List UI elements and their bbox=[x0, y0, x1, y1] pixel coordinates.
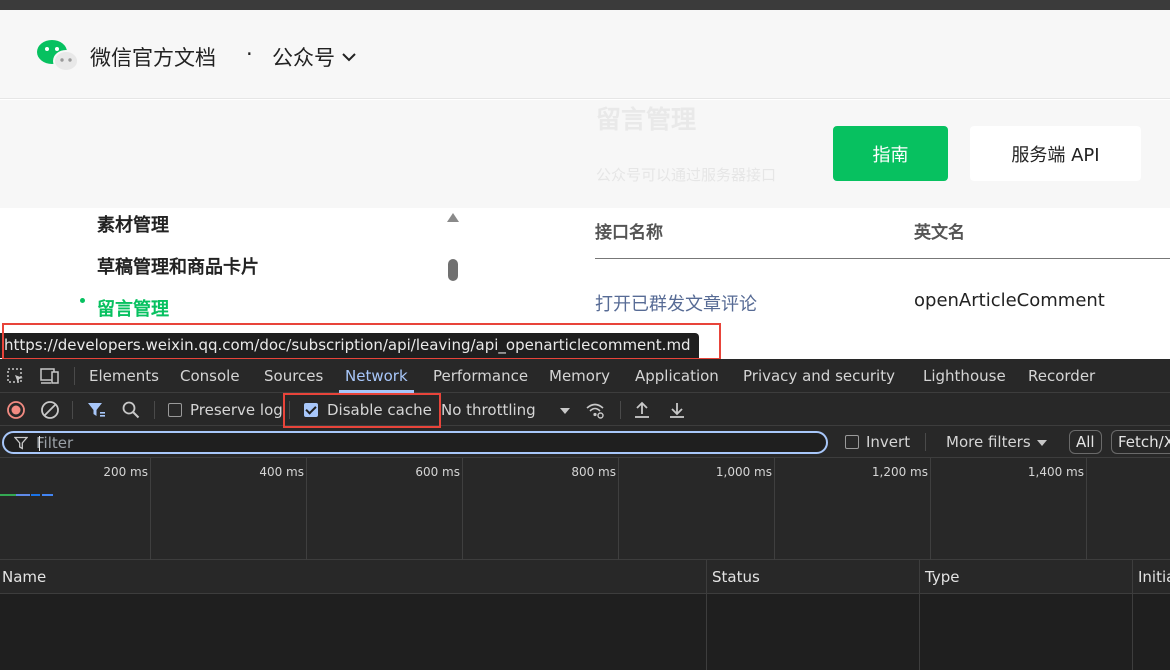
disable-cache-highlight-box bbox=[283, 393, 441, 428]
brand-separator: · bbox=[246, 42, 253, 66]
active-bullet-icon bbox=[80, 298, 85, 303]
timeline-grid-line bbox=[462, 458, 463, 560]
column-name[interactable]: Name bbox=[2, 568, 46, 586]
toolbar-separator bbox=[154, 401, 155, 419]
table-header-name: 接口名称 bbox=[595, 223, 663, 243]
table-header-english: 英文名 bbox=[914, 223, 965, 243]
devtools-panel: Elements Console Sources Network Perform… bbox=[0, 359, 1170, 670]
type-filter-all[interactable]: All bbox=[1069, 430, 1102, 454]
filter-input[interactable] bbox=[36, 433, 816, 452]
tab-network[interactable]: Network bbox=[345, 367, 408, 385]
device-toolbar-icon[interactable] bbox=[40, 367, 60, 385]
api-link-open-article-comment[interactable]: 打开已群发文章评论 bbox=[595, 290, 757, 316]
network-overview-timeline[interactable]: 200 ms 400 ms 600 ms 800 ms 1,000 ms 1,2… bbox=[0, 458, 1170, 560]
waterfall-bar bbox=[42, 494, 53, 496]
timeline-tick-label: 400 ms bbox=[259, 465, 304, 479]
network-toolbar: Preserve log Disable cache No throttling bbox=[0, 393, 1170, 426]
sidebar-item-comments[interactable]: 留言管理 bbox=[97, 295, 169, 321]
clear-icon[interactable] bbox=[40, 400, 60, 420]
guide-button[interactable]: 指南 bbox=[833, 126, 948, 181]
timeline-tick-label: 1,400 ms bbox=[1027, 465, 1084, 479]
column-type[interactable]: Type bbox=[925, 568, 959, 586]
url-highlight-box bbox=[2, 323, 721, 360]
page-description: 公众号可以通过服务器接口 bbox=[596, 166, 777, 184]
waterfall-bar bbox=[16, 494, 30, 496]
tab-privacy-security[interactable]: Privacy and security bbox=[743, 367, 895, 385]
timeline-grid-line bbox=[774, 458, 775, 560]
timeline-grid-line bbox=[618, 458, 619, 560]
scroll-up-arrow-icon[interactable] bbox=[447, 213, 459, 222]
hero-banner: 留言管理 公众号可以通过服务器接口 指南 服务端 API bbox=[0, 100, 1170, 208]
tab-console[interactable]: Console bbox=[180, 367, 240, 385]
page-title: 留言管理 bbox=[596, 105, 697, 134]
type-filter-fetch-xhr[interactable]: Fetch/X bbox=[1111, 430, 1170, 454]
toolbar-separator bbox=[72, 401, 73, 419]
inspect-element-icon[interactable] bbox=[6, 367, 26, 385]
sidebar-item-material[interactable]: 素材管理 bbox=[97, 211, 169, 237]
site-header: 微信官方文档 · 公众号 bbox=[0, 10, 1170, 99]
filter-field[interactable] bbox=[2, 431, 828, 454]
timeline-grid-line bbox=[306, 458, 307, 560]
timeline-tick-label: 800 ms bbox=[571, 465, 616, 479]
sidebar-item-draft[interactable]: 草稿管理和商品卡片 bbox=[97, 253, 259, 279]
import-har-upload-icon[interactable] bbox=[632, 400, 652, 420]
throttling-caret-icon[interactable] bbox=[560, 408, 570, 414]
filter-funnel-icon[interactable] bbox=[86, 400, 106, 420]
timeline-grid-line bbox=[150, 458, 151, 560]
tab-application[interactable]: Application bbox=[635, 367, 719, 385]
browser-top-strip bbox=[0, 0, 1170, 10]
api-english-name: openArticleComment bbox=[914, 290, 1105, 311]
preserve-log-label[interactable]: Preserve log bbox=[190, 401, 283, 419]
timeline-tick-label: 600 ms bbox=[415, 465, 460, 479]
filter-separator bbox=[925, 433, 926, 451]
column-separator[interactable] bbox=[1132, 560, 1133, 670]
preserve-log-checkbox[interactable] bbox=[168, 403, 182, 417]
waterfall-bar bbox=[31, 494, 40, 496]
sidebar-scrollbar-thumb[interactable] bbox=[448, 259, 458, 281]
devtools-tab-bar: Elements Console Sources Network Perform… bbox=[0, 359, 1170, 393]
network-conditions-icon[interactable] bbox=[585, 400, 605, 420]
more-filters-button[interactable]: More filters bbox=[946, 433, 1031, 451]
section-switcher-label: 公众号 bbox=[272, 46, 335, 70]
timeline-grid-line bbox=[930, 458, 931, 560]
tab-lighthouse[interactable]: Lighthouse bbox=[923, 367, 1006, 385]
column-separator[interactable] bbox=[706, 560, 707, 670]
section-switcher[interactable]: 公众号 bbox=[272, 42, 357, 72]
tab-recorder[interactable]: Recorder bbox=[1028, 367, 1095, 385]
table-divider bbox=[595, 258, 1170, 259]
export-har-download-icon[interactable] bbox=[667, 400, 687, 420]
filter-bar: Invert More filters All Fetch/X bbox=[0, 426, 1170, 458]
site-brand[interactable]: 微信官方文档 bbox=[90, 42, 216, 72]
record-stop-icon[interactable] bbox=[6, 400, 26, 420]
column-separator[interactable] bbox=[919, 560, 920, 670]
request-table-body[interactable] bbox=[0, 594, 1170, 670]
column-initiator[interactable]: Initia bbox=[1138, 568, 1170, 586]
tab-separator bbox=[74, 367, 75, 385]
column-status[interactable]: Status bbox=[712, 568, 760, 586]
chevron-down-icon bbox=[342, 53, 356, 62]
more-filters-caret-icon[interactable] bbox=[1037, 440, 1047, 446]
timeline-grid-line bbox=[1086, 458, 1087, 560]
throttling-select[interactable]: No throttling bbox=[441, 401, 536, 419]
filter-icon bbox=[14, 436, 28, 450]
tab-sources[interactable]: Sources bbox=[264, 367, 323, 385]
search-icon[interactable] bbox=[121, 400, 141, 420]
timeline-tick-label: 200 ms bbox=[103, 465, 148, 479]
tab-elements[interactable]: Elements bbox=[89, 367, 159, 385]
invert-label[interactable]: Invert bbox=[866, 433, 910, 451]
wechat-logo-icon bbox=[37, 40, 79, 72]
timeline-tick-label: 1,000 ms bbox=[715, 465, 772, 479]
text-caret bbox=[39, 436, 40, 451]
server-api-button[interactable]: 服务端 API bbox=[970, 126, 1141, 181]
request-table-header: Name Status Type Initia bbox=[0, 560, 1170, 594]
tab-performance[interactable]: Performance bbox=[433, 367, 528, 385]
timeline-tick-label: 1,200 ms bbox=[871, 465, 928, 479]
toolbar-separator bbox=[620, 401, 621, 419]
waterfall-bar bbox=[0, 494, 16, 496]
tab-memory[interactable]: Memory bbox=[549, 367, 610, 385]
invert-checkbox[interactable] bbox=[845, 435, 859, 449]
